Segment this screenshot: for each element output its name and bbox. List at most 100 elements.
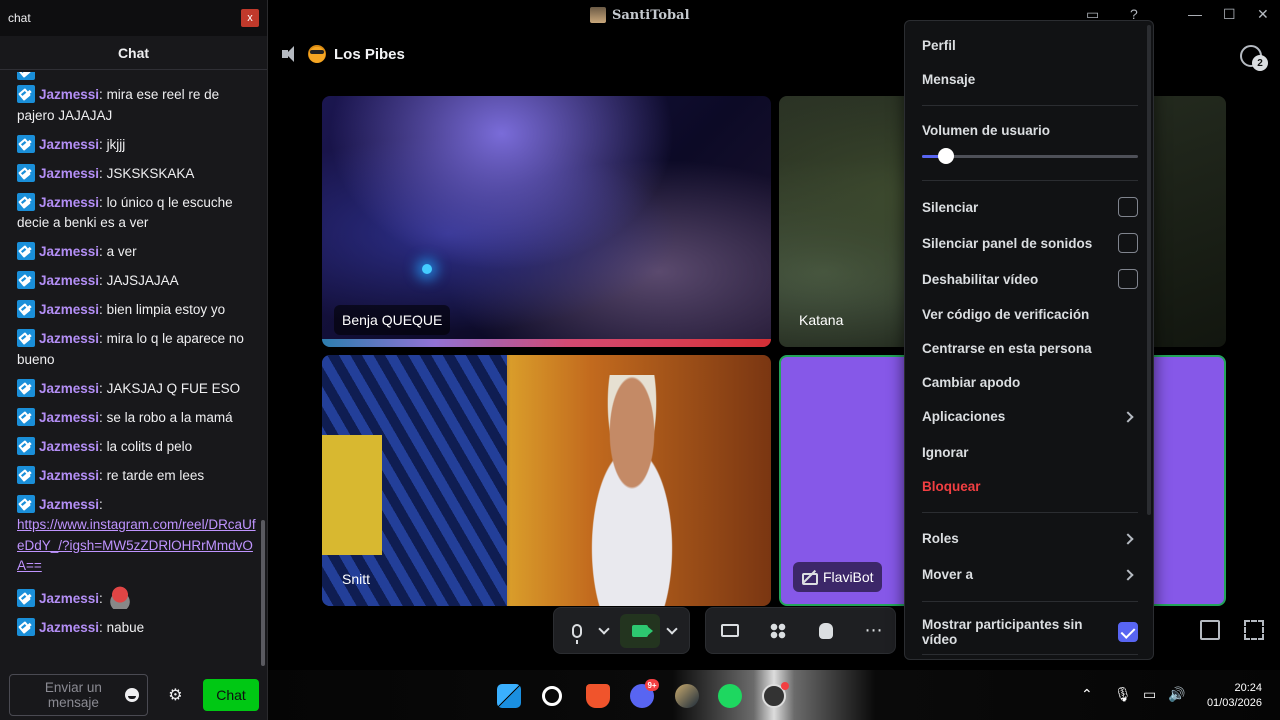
moderator-badge-icon (17, 617, 35, 636)
microphone-button[interactable] (560, 614, 594, 648)
volume-label: Volumen de usuario (922, 123, 1138, 138)
mic-options-button[interactable] (594, 614, 614, 648)
emoji-picker-icon[interactable] (124, 688, 139, 702)
microphone-tray-icon[interactable]: 🎙 (1114, 686, 1132, 703)
moderator-badge-icon (17, 494, 35, 513)
led-strip (322, 339, 771, 347)
chat-close-button[interactable]: x (241, 9, 259, 27)
menu-item-mute[interactable]: Silenciar (922, 197, 1138, 217)
chat-username[interactable]: Jazmessi (39, 468, 99, 483)
chat-scrollbar[interactable] (261, 520, 265, 666)
menu-item-roles[interactable]: Roles (922, 531, 1138, 546)
menu-item-show-no-video[interactable]: Mostrar participantes sin vídeo (922, 617, 1138, 647)
chat-username[interactable]: Jazmessi (39, 244, 99, 259)
participant-name-label: Katana (791, 305, 851, 335)
chat-message: Jazmessi: https://www.instagram.com/reel/… (17, 494, 256, 573)
chat-message-text: JSKSKSKAKA (106, 165, 195, 181)
emote-icon[interactable] (106, 584, 133, 609)
threads-count-badge: 2 (1252, 55, 1268, 71)
chat-window-title: chat (8, 11, 31, 25)
chat-message-list[interactable]: Jazmessi: mira ese reel re de pajero JAJ… (0, 72, 262, 664)
chat-message: Jazmessi: la colits d pelo (17, 434, 256, 463)
menu-item-label: Silenciar panel de sonidos (922, 235, 1093, 251)
chat-message-text: JAKSJAJ Q FUE ESO (106, 380, 241, 396)
menu-item-nickname[interactable]: Cambiar apodo (922, 375, 1138, 390)
app-window-title: SantiTobal (590, 7, 690, 23)
chat-message-link[interactable]: https://www.instagram.com/reel/DRcaUfeDd… (17, 517, 256, 573)
menu-item-label: Mover a (922, 567, 974, 582)
chat-username[interactable]: Jazmessi (39, 591, 99, 606)
menu-item-label: Ignorar (922, 445, 969, 460)
popout-icon[interactable] (1200, 620, 1220, 640)
share-screen-button[interactable] (713, 614, 747, 648)
chat-message: Jazmessi: mira lo q le aparece no bueno (17, 329, 244, 367)
context-menu-scrollbar[interactable] (1147, 25, 1151, 515)
menu-item-message[interactable]: Mensaje (922, 72, 1138, 87)
soundboard-icon (819, 622, 833, 639)
checkbox[interactable] (1118, 233, 1138, 253)
chevron-right-icon (1122, 568, 1134, 581)
volume-slider[interactable] (922, 148, 1138, 164)
league-of-legends-icon[interactable] (675, 684, 699, 708)
menu-item-ignore[interactable]: Ignorar (922, 445, 1138, 460)
chat-username[interactable]: Jazmessi (39, 273, 99, 288)
chevron-up-icon[interactable]: ⌃ (1081, 686, 1093, 703)
search-icon[interactable] (542, 686, 562, 706)
chat-username[interactable]: Jazmessi (39, 137, 99, 152)
menu-item-label: Deshabilitar vídeo (922, 271, 1039, 287)
volume-icon[interactable]: 🔊 (1168, 686, 1185, 703)
menu-item-focus[interactable]: Centrarse en esta persona (922, 341, 1138, 356)
chat-message-input[interactable]: Enviar un mensaje (9, 674, 148, 716)
volume-slider-handle[interactable] (937, 148, 954, 164)
moderator-badge-icon (17, 242, 35, 260)
chat-username[interactable]: Jazmessi (39, 87, 99, 102)
chat-send-button[interactable]: Chat (203, 679, 259, 711)
chat-username[interactable]: Jazmessi (39, 302, 99, 317)
fullscreen-icon[interactable] (1244, 620, 1264, 640)
moderator-badge-icon (17, 407, 35, 426)
chat-username[interactable]: Jazmessi (39, 331, 99, 346)
more-options-button[interactable]: ⋯ (857, 614, 891, 648)
menu-item-disable-video[interactable]: Deshabilitar vídeo (922, 269, 1138, 289)
brave-browser-icon[interactable] (586, 684, 610, 708)
chat-message-text: JAJSJAJAA (106, 273, 179, 288)
windows-start-icon[interactable] (497, 684, 521, 708)
user-avatar-icon (590, 7, 606, 23)
system-clock[interactable]: 20:24 01/03/2026 (1198, 681, 1262, 711)
checkbox[interactable] (1118, 269, 1138, 289)
menu-item-move-to[interactable]: Mover a (922, 567, 1138, 582)
menu-item-verify-code[interactable]: Ver código de verificación (922, 307, 1138, 322)
chat-message: Jazmessi: a ver (17, 239, 256, 268)
sunglasses-emoji-icon (308, 45, 326, 63)
chat-username[interactable]: Jazmessi (39, 166, 99, 181)
camera-options-button[interactable] (660, 614, 684, 648)
chat-username[interactable]: Jazmessi (39, 195, 99, 210)
video-tile[interactable]: Benja QUEQUE (322, 96, 771, 347)
soundboard-button[interactable] (809, 614, 843, 648)
activity-controls: ⋯ (705, 607, 896, 654)
menu-item-apps[interactable]: Aplicaciones (922, 409, 1138, 424)
participant-name-label: Snitt (334, 564, 378, 594)
chat-username[interactable]: Jazmessi (39, 497, 99, 512)
network-icon[interactable]: ▭ (1143, 686, 1156, 703)
camera-button[interactable] (620, 613, 660, 648)
chat-window: chat x Chat Jazmessi: mira ese reel re d… (0, 0, 268, 720)
maximize-icon[interactable]: ☐ (1223, 6, 1236, 23)
activities-button[interactable] (761, 614, 795, 648)
minimize-icon[interactable]: — (1188, 6, 1202, 22)
moderator-badge-icon (17, 134, 35, 153)
gear-icon[interactable]: ⚙ (156, 685, 195, 705)
spotify-icon[interactable] (718, 684, 742, 708)
chat-username[interactable]: Jazmessi (39, 381, 99, 396)
video-tile[interactable]: Snitt (322, 355, 771, 606)
checkbox-checked[interactable] (1118, 622, 1138, 642)
chat-username[interactable]: Jazmessi (39, 410, 99, 425)
chat-username[interactable]: Jazmessi (39, 439, 99, 454)
menu-item-profile[interactable]: Perfil (922, 38, 1138, 53)
menu-divider (922, 180, 1138, 181)
close-icon[interactable]: ✕ (1257, 6, 1269, 23)
checkbox[interactable] (1118, 197, 1138, 217)
menu-item-mute-soundboard[interactable]: Silenciar panel de sonidos (922, 233, 1138, 253)
menu-item-block[interactable]: Bloquear (922, 479, 1138, 494)
chat-username[interactable]: Jazmessi (39, 620, 99, 635)
